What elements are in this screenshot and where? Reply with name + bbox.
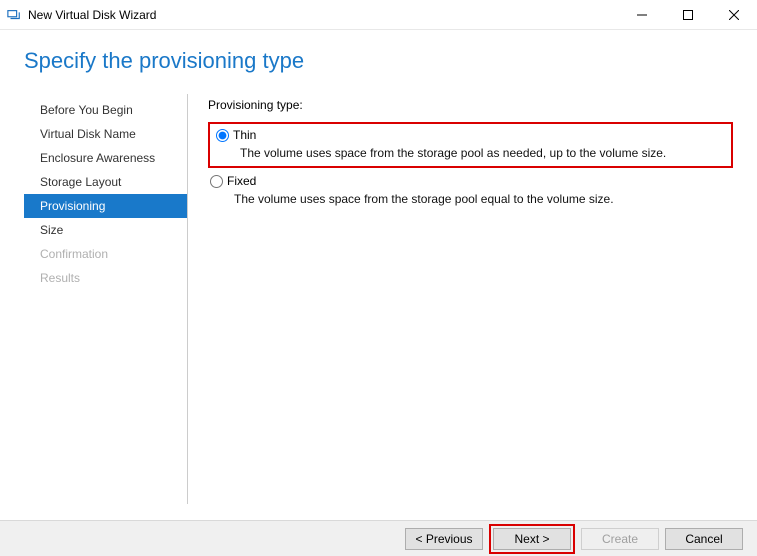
sidebar: Before You BeginVirtual Disk NameEnclosu… bbox=[24, 94, 188, 504]
sidebar-item-confirmation: Confirmation bbox=[24, 242, 187, 266]
sidebar-item-results: Results bbox=[24, 266, 187, 290]
sidebar-item-size[interactable]: Size bbox=[24, 218, 187, 242]
window-title: New Virtual Disk Wizard bbox=[28, 8, 619, 22]
section-label: Provisioning type: bbox=[208, 98, 733, 112]
page-title: Specify the provisioning type bbox=[24, 48, 733, 74]
option-thin: Thin The volume uses space from the stora… bbox=[208, 122, 733, 168]
create-button: Create bbox=[581, 528, 659, 550]
sidebar-item-enclosure-awareness[interactable]: Enclosure Awareness bbox=[24, 146, 187, 170]
cancel-button[interactable]: Cancel bbox=[665, 528, 743, 550]
app-icon bbox=[6, 7, 22, 23]
previous-button[interactable]: < Previous bbox=[405, 528, 483, 550]
radio-fixed[interactable]: Fixed bbox=[210, 174, 733, 188]
sidebar-item-before-you-begin[interactable]: Before You Begin bbox=[24, 98, 187, 122]
next-button[interactable]: Next > bbox=[493, 528, 571, 550]
footer: < Previous Next > Create Cancel bbox=[0, 520, 757, 556]
sidebar-item-storage-layout[interactable]: Storage Layout bbox=[24, 170, 187, 194]
close-button[interactable] bbox=[711, 0, 757, 30]
radio-label: Thin bbox=[233, 128, 256, 142]
titlebar: New Virtual Disk Wizard bbox=[0, 0, 757, 30]
wizard-body: Before You BeginVirtual Disk NameEnclosu… bbox=[24, 94, 733, 504]
minimize-button[interactable] bbox=[619, 0, 665, 30]
wizard-content: Specify the provisioning type Before You… bbox=[0, 30, 757, 520]
radio-description: The volume uses space from the storage p… bbox=[240, 146, 725, 160]
radio-description: The volume uses space from the storage p… bbox=[234, 192, 733, 206]
radio-label: Fixed bbox=[227, 174, 256, 188]
main-panel: Provisioning type: Thin The volume uses s… bbox=[188, 94, 733, 504]
maximize-button[interactable] bbox=[665, 0, 711, 30]
radio-input-fixed[interactable] bbox=[210, 175, 223, 188]
window-controls bbox=[619, 0, 757, 30]
next-button-highlight: Next > bbox=[489, 524, 575, 554]
sidebar-item-provisioning[interactable]: Provisioning bbox=[24, 194, 187, 218]
sidebar-item-virtual-disk-name[interactable]: Virtual Disk Name bbox=[24, 122, 187, 146]
option-fixed: Fixed The volume uses space from the stor… bbox=[208, 174, 733, 206]
radio-thin[interactable]: Thin bbox=[216, 128, 725, 142]
radio-input-thin[interactable] bbox=[216, 129, 229, 142]
